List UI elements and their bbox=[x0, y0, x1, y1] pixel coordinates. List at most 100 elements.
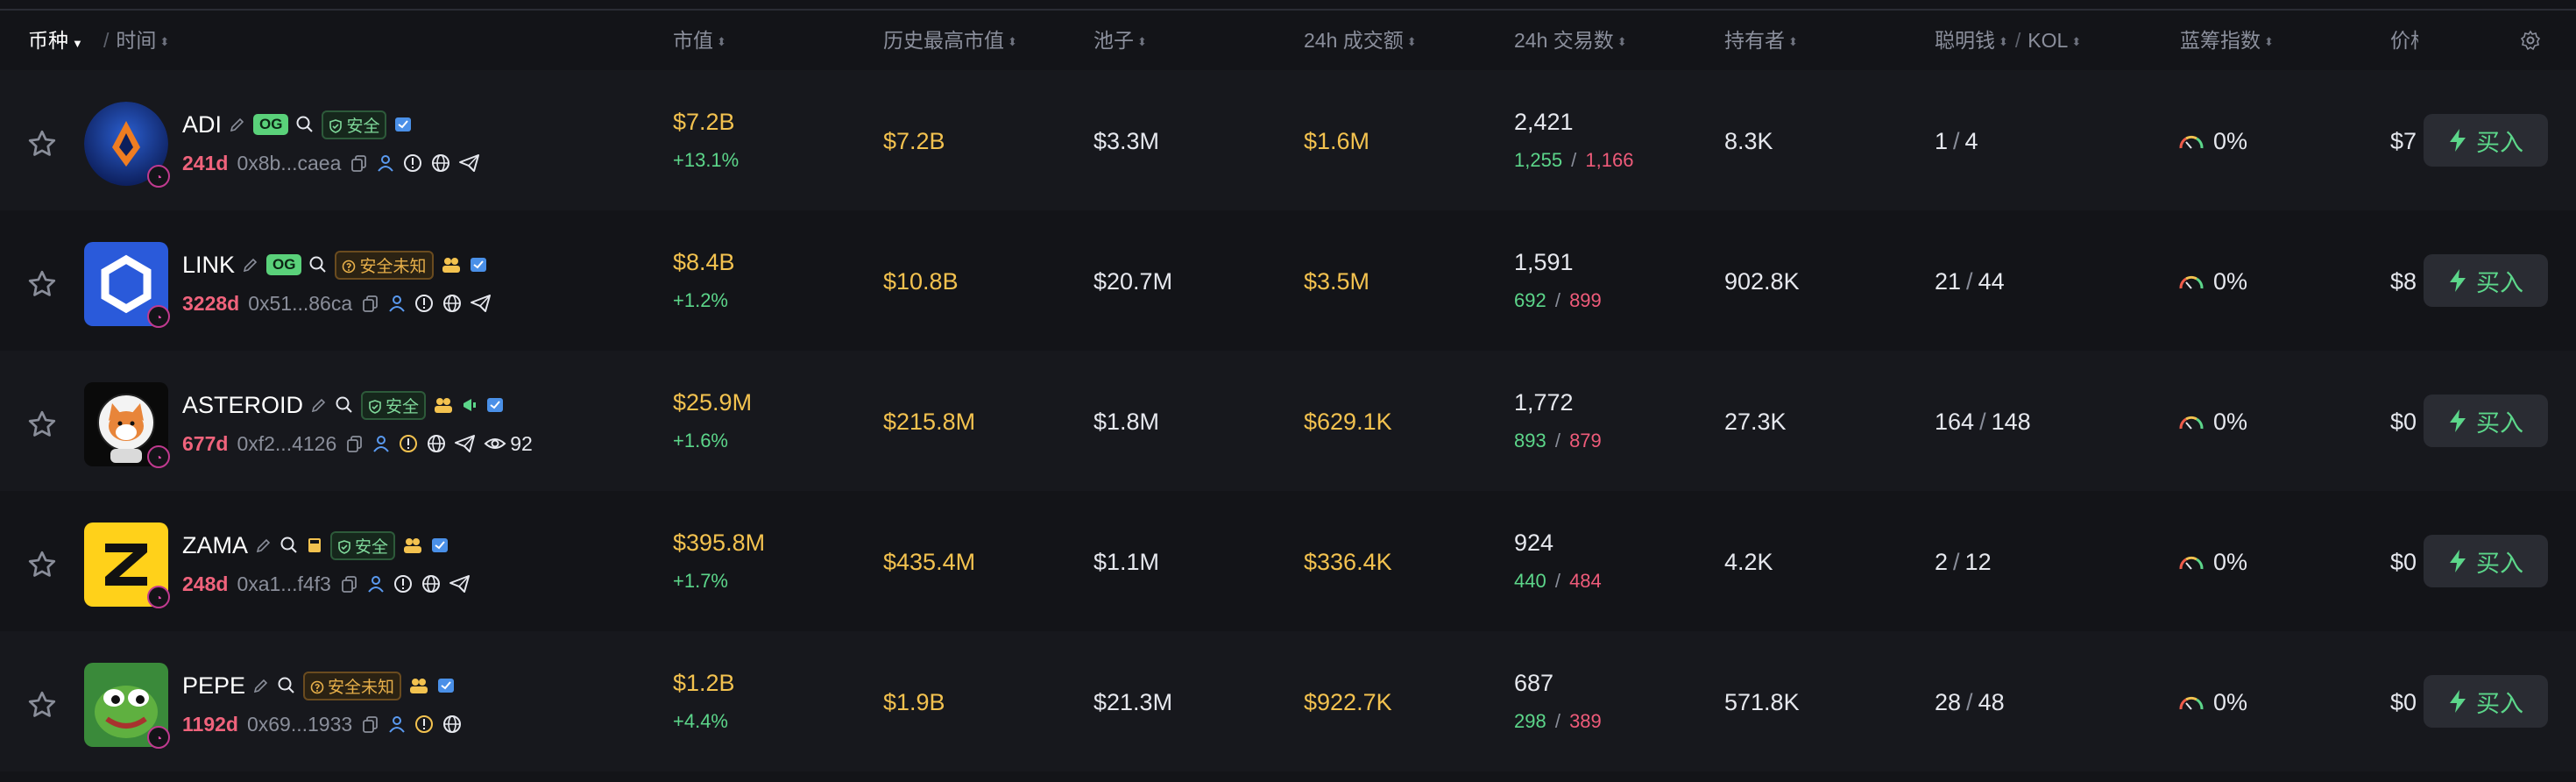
alert-icon[interactable] bbox=[414, 714, 435, 735]
security-unknown-badge[interactable]: 安全未知 bbox=[303, 671, 402, 700]
verified-badge-icon bbox=[470, 258, 486, 272]
copy-address-icon[interactable] bbox=[340, 574, 359, 594]
buy-button[interactable]: 买入 bbox=[2424, 395, 2548, 447]
favorite-star-icon[interactable] bbox=[26, 409, 58, 440]
creator-user-icon[interactable] bbox=[372, 434, 391, 453]
security-unknown-badge[interactable]: 安全未知 bbox=[335, 250, 434, 280]
header-separator: / bbox=[2014, 29, 2021, 52]
holders-header[interactable]: 持有者 ⬍ bbox=[1724, 11, 1798, 70]
favorite-star-icon[interactable] bbox=[26, 128, 58, 160]
security-safe-badge[interactable]: 安全 bbox=[322, 110, 387, 139]
token-row[interactable]: ◔ PEPE 安全未知 1192d 0x69...1933 $1.2B +4.4% $1.9B… bbox=[0, 631, 2576, 771]
volume-header[interactable]: 24h 成交额 ⬍ bbox=[1304, 11, 1417, 70]
txns-split: 692 / 899 bbox=[1514, 289, 1602, 311]
alert-icon[interactable] bbox=[398, 433, 419, 454]
buy-count: 440 bbox=[1514, 570, 1546, 592]
txns-total: 1,591 bbox=[1514, 249, 1574, 275]
volume-value: $629.1K bbox=[1304, 409, 1392, 435]
token-name[interactable]: PEPE bbox=[182, 672, 245, 700]
telegram-icon[interactable] bbox=[458, 153, 481, 174]
website-globe-icon[interactable] bbox=[430, 153, 451, 174]
token-name[interactable]: ZAMA bbox=[182, 532, 248, 559]
website-globe-icon[interactable] bbox=[421, 573, 442, 594]
sell-count: 879 bbox=[1569, 430, 1602, 451]
price-value: $7 bbox=[2390, 128, 2417, 154]
token-name[interactable]: LINK bbox=[182, 252, 235, 279]
smart-money-kol: 1/4 bbox=[1935, 128, 1978, 154]
copy-address-icon[interactable] bbox=[361, 714, 380, 734]
copy-address-icon[interactable] bbox=[361, 294, 380, 313]
buy-button[interactable]: 买入 bbox=[2424, 675, 2548, 728]
telegram-icon[interactable] bbox=[454, 433, 477, 454]
og-badge: OG bbox=[253, 114, 289, 135]
ath-market-cap-value: $435.4M bbox=[883, 549, 976, 575]
edit-pencil-icon[interactable] bbox=[242, 256, 259, 274]
telegram-icon[interactable] bbox=[449, 573, 471, 594]
time-header[interactable]: / 时间 ⬍ bbox=[96, 11, 169, 70]
buy-button[interactable]: 买入 bbox=[2424, 254, 2548, 307]
buy-button[interactable]: 买入 bbox=[2424, 114, 2548, 167]
edit-pencil-icon[interactable] bbox=[255, 537, 272, 554]
market-cap-header[interactable]: 市值 ⬍ bbox=[673, 11, 726, 70]
token-row[interactable]: ◔ ASTEROID 安全 677d 0xf2...4126 92 $25.9M +1.6% $… bbox=[0, 351, 2576, 491]
creator-user-icon[interactable] bbox=[387, 294, 407, 313]
security-safe-badge[interactable]: 安全 bbox=[330, 530, 396, 560]
bluechip-header[interactable]: 蓝筹指数 ⬍ bbox=[2180, 11, 2274, 70]
buy-label: 买入 bbox=[2476, 690, 2523, 717]
question-circle-icon bbox=[343, 259, 356, 273]
search-icon[interactable] bbox=[277, 676, 296, 695]
sort-token-header[interactable]: 币种 ▼ bbox=[28, 11, 83, 70]
website-globe-icon[interactable] bbox=[442, 293, 463, 314]
creator-user-icon[interactable] bbox=[376, 153, 395, 173]
creator-user-icon[interactable] bbox=[366, 574, 386, 594]
bluechip-value: 0% bbox=[2213, 549, 2248, 575]
pool-header-label: 池子 bbox=[1093, 29, 1134, 52]
contract-address[interactable]: 0x8b...caea bbox=[237, 152, 341, 175]
edit-pencil-icon[interactable] bbox=[310, 396, 328, 414]
smart-money-kol: 164/148 bbox=[1935, 409, 2031, 435]
contract-address[interactable]: 0xa1...f4f3 bbox=[237, 572, 330, 596]
alert-icon[interactable] bbox=[402, 153, 423, 174]
favorite-star-icon[interactable] bbox=[26, 689, 58, 721]
ath-header[interactable]: 历史最高市值 ⬍ bbox=[883, 11, 1017, 70]
contract-address[interactable]: 0x69...1933 bbox=[247, 713, 352, 736]
contract-address[interactable]: 0xf2...4126 bbox=[237, 432, 336, 456]
price-header[interactable]: 价格 bbox=[2390, 11, 2418, 70]
txns-header[interactable]: 24h 交易数 ⬍ bbox=[1514, 11, 1627, 70]
buy-button[interactable]: 买入 bbox=[2424, 535, 2548, 587]
copy-address-icon[interactable] bbox=[345, 434, 364, 453]
alert-icon[interactable] bbox=[393, 573, 414, 594]
token-row[interactable]: ◔ LINK OG 安全未知 3228d 0x51...86ca $8.4B +1.2% $10… bbox=[0, 210, 2576, 351]
search-icon[interactable] bbox=[335, 395, 354, 415]
volume-value: $336.4K bbox=[1304, 549, 1392, 575]
search-icon[interactable] bbox=[280, 536, 299, 555]
website-globe-icon[interactable] bbox=[442, 714, 463, 735]
token-name[interactable]: ASTEROID bbox=[182, 392, 303, 419]
token-row[interactable]: ◔ ZAMA 安全 248d 0xa1...f4f3 $395.8M +1.7% $435.4… bbox=[0, 491, 2576, 631]
creator-user-icon[interactable] bbox=[387, 714, 407, 734]
favorite-star-icon[interactable] bbox=[26, 268, 58, 300]
telegram-icon[interactable] bbox=[470, 293, 492, 314]
search-icon[interactable] bbox=[295, 115, 315, 134]
token-age: 1192d bbox=[182, 712, 238, 736]
search-icon[interactable] bbox=[308, 255, 328, 274]
smart-money-kol: 2/12 bbox=[1935, 549, 1992, 575]
token-name[interactable]: ADI bbox=[182, 111, 222, 139]
copy-address-icon[interactable] bbox=[350, 153, 369, 173]
alert-icon[interactable] bbox=[414, 293, 435, 314]
smart-money-header[interactable]: 聪明钱 ⬍ / KOL ⬍ bbox=[1935, 11, 2081, 70]
edit-pencil-icon[interactable] bbox=[229, 116, 246, 133]
buy-count: 298 bbox=[1514, 710, 1546, 732]
website-globe-icon[interactable] bbox=[426, 433, 447, 454]
favorite-star-icon[interactable] bbox=[26, 549, 58, 580]
security-safe-badge[interactable]: 安全 bbox=[361, 390, 427, 420]
pool-header[interactable]: 池子 ⬍ bbox=[1093, 11, 1147, 70]
bluechip-value: 0% bbox=[2213, 128, 2248, 154]
token-row[interactable]: ◔ ADI OG 安全 241d 0x8b...caea $7.2B +13.1% $7.2B $… bbox=[0, 70, 2576, 210]
txns-total: 924 bbox=[1514, 530, 1554, 556]
market-cap-value: $8.4B bbox=[673, 249, 735, 275]
settings-gear-icon[interactable] bbox=[2520, 30, 2541, 51]
contract-address[interactable]: 0x51...86ca bbox=[248, 292, 352, 316]
lightning-icon bbox=[2450, 129, 2466, 152]
edit-pencil-icon[interactable] bbox=[252, 677, 270, 694]
